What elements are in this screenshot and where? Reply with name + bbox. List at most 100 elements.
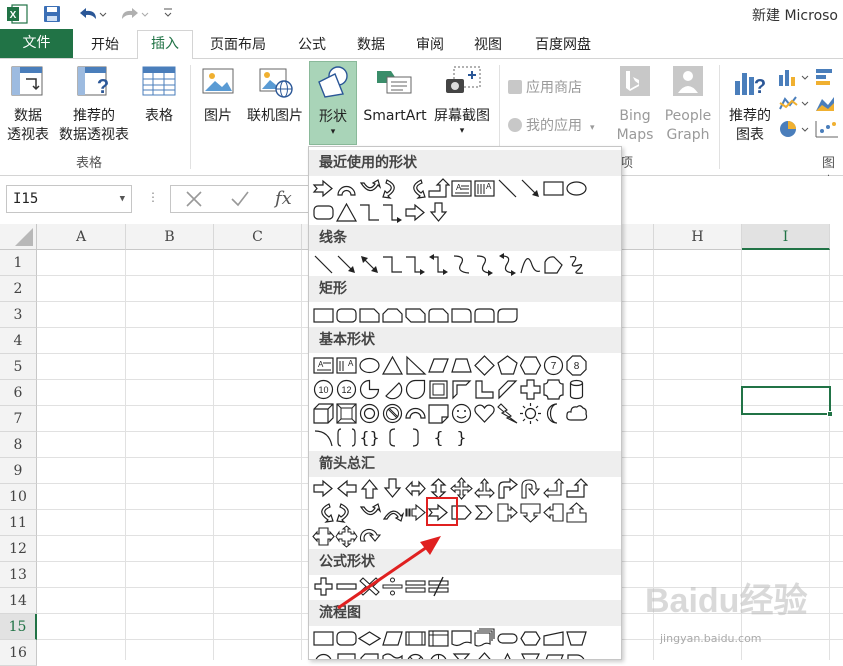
arc-icon[interactable] bbox=[312, 426, 335, 449]
row-header[interactable]: 8 bbox=[0, 432, 37, 458]
double-brace-icon[interactable]: {} bbox=[358, 426, 381, 449]
teardrop-icon[interactable] bbox=[404, 378, 427, 401]
oval-icon[interactable] bbox=[358, 354, 381, 377]
flowchart-process-icon[interactable] bbox=[312, 627, 335, 650]
hexagon-icon[interactable] bbox=[519, 354, 542, 377]
flowchart-or-icon[interactable] bbox=[427, 651, 450, 659]
fill-handle[interactable] bbox=[827, 411, 833, 417]
flowchart-stored-data-icon[interactable] bbox=[542, 651, 565, 659]
area-chart-icon[interactable] bbox=[814, 93, 843, 117]
scatter-chart-icon[interactable] bbox=[814, 119, 843, 143]
column-header-i[interactable]: I bbox=[742, 224, 830, 250]
smartart-button[interactable]: SmartArt bbox=[360, 63, 430, 126]
people-graph-button[interactable]: People Graph bbox=[662, 63, 714, 145]
row-header[interactable]: 7 bbox=[0, 406, 37, 432]
elbow-arrow-connector-icon[interactable] bbox=[381, 201, 404, 224]
selected-cell-i15[interactable] bbox=[741, 386, 833, 417]
curved-right-arrow-icon[interactable] bbox=[404, 177, 427, 200]
tab-formulas[interactable]: 公式 bbox=[290, 32, 334, 58]
right-arrow-icon[interactable] bbox=[312, 477, 335, 500]
bent-up-arrow-icon[interactable] bbox=[427, 177, 450, 200]
bent-up-arrow-icon[interactable] bbox=[565, 477, 588, 500]
app-store-button[interactable]: 应用商店 bbox=[508, 77, 582, 97]
picture-button[interactable]: 图片 bbox=[196, 63, 240, 126]
block-arc-icon[interactable] bbox=[404, 402, 427, 425]
curved-left-arrow-icon[interactable] bbox=[335, 501, 358, 524]
column-header-h[interactable]: H bbox=[654, 224, 742, 250]
snip-round-rectangle-icon[interactable] bbox=[427, 304, 450, 327]
flowchart-punched-tape-icon[interactable] bbox=[381, 651, 404, 659]
recommended-pivot-button[interactable]: ? 推荐的 数据透视表 bbox=[56, 63, 132, 145]
heptagon-icon[interactable]: 7 bbox=[542, 354, 565, 377]
elbow-connector-icon[interactable] bbox=[381, 253, 404, 276]
row-header[interactable]: 3 bbox=[0, 302, 37, 328]
online-picture-button[interactable]: 联机图片 bbox=[244, 63, 306, 126]
l-shape-icon[interactable] bbox=[473, 378, 496, 401]
circular-arrow-icon[interactable] bbox=[358, 525, 381, 548]
striped-right-arrow-icon[interactable] bbox=[404, 501, 427, 524]
tab-review[interactable]: 审阅 bbox=[408, 32, 452, 58]
elbow-arrow-connector-icon[interactable] bbox=[404, 253, 427, 276]
row-header[interactable]: 6 bbox=[0, 380, 37, 406]
round-diagonal-rectangle-icon[interactable] bbox=[496, 304, 519, 327]
left-right-arrow-icon[interactable] bbox=[404, 477, 427, 500]
flowchart-summing-junction-icon[interactable] bbox=[404, 651, 427, 659]
row-header[interactable]: 1 bbox=[0, 250, 37, 276]
frame-icon[interactable] bbox=[427, 378, 450, 401]
flowchart-document-icon[interactable] bbox=[450, 627, 473, 650]
dodecagon-icon[interactable]: 12 bbox=[335, 378, 358, 401]
not-equal-sign-icon[interactable] bbox=[427, 575, 450, 598]
round-same-side-rectangle-icon[interactable] bbox=[473, 304, 496, 327]
flowchart-extract-icon[interactable] bbox=[496, 651, 519, 659]
tab-insert[interactable]: 插入 bbox=[137, 30, 193, 59]
flowchart-offpage-connector-icon[interactable] bbox=[335, 651, 358, 659]
bent-arrow-icon[interactable] bbox=[496, 477, 519, 500]
text-box-icon[interactable]: A bbox=[450, 177, 473, 200]
triangle-icon[interactable] bbox=[381, 354, 404, 377]
elbow-connector-icon[interactable] bbox=[358, 201, 381, 224]
text-box-icon[interactable]: A bbox=[312, 354, 335, 377]
curved-connector-icon[interactable] bbox=[450, 253, 473, 276]
curve-icon[interactable] bbox=[519, 253, 542, 276]
left-brace-icon[interactable]: { bbox=[427, 426, 450, 449]
moon-icon[interactable] bbox=[542, 402, 565, 425]
tab-page-layout[interactable]: 页面布局 bbox=[200, 32, 276, 58]
curved-down-arrow-icon[interactable] bbox=[358, 177, 381, 200]
minus-sign-icon[interactable] bbox=[335, 575, 358, 598]
lightning-bolt-icon[interactable] bbox=[496, 402, 519, 425]
customize-qat-icon[interactable] bbox=[163, 6, 173, 24]
name-box[interactable]: I15 ▼ bbox=[6, 185, 132, 213]
tab-file[interactable]: 文件 bbox=[0, 29, 73, 58]
line-icon[interactable] bbox=[312, 253, 335, 276]
multiply-sign-icon[interactable] bbox=[358, 575, 381, 598]
decagon-icon[interactable]: 10 bbox=[312, 378, 335, 401]
right-arrow-notched-icon[interactable] bbox=[312, 177, 335, 200]
oval-icon[interactable] bbox=[565, 177, 588, 200]
double-bracket-icon[interactable] bbox=[335, 426, 358, 449]
save-icon[interactable] bbox=[42, 4, 62, 28]
snip-single-corner-rectangle-icon[interactable] bbox=[358, 304, 381, 327]
row-header[interactable]: 9 bbox=[0, 458, 37, 484]
select-all-corner[interactable] bbox=[0, 224, 37, 250]
diamond-icon[interactable] bbox=[473, 354, 496, 377]
curved-up-arrow-icon[interactable] bbox=[358, 501, 381, 524]
flowchart-predefined-process-icon[interactable] bbox=[404, 627, 427, 650]
vertical-text-box-icon[interactable]: A bbox=[473, 177, 496, 200]
vertical-text-box-icon[interactable]: A bbox=[335, 354, 358, 377]
heart-icon[interactable] bbox=[473, 402, 496, 425]
column-chart-icon[interactable] bbox=[778, 67, 812, 91]
column-header-a[interactable]: A bbox=[37, 224, 126, 250]
name-box-dropdown-icon[interactable]: ▼ bbox=[120, 186, 125, 212]
cancel-icon[interactable] bbox=[183, 188, 205, 214]
up-arrow-icon[interactable] bbox=[358, 477, 381, 500]
shapes-button[interactable]: 形状 ▾ bbox=[309, 61, 357, 145]
line-icon[interactable] bbox=[496, 177, 519, 200]
u-turn-arrow-icon[interactable] bbox=[519, 477, 542, 500]
row-header[interactable]: 11 bbox=[0, 510, 37, 536]
snip-same-side-rectangle-icon[interactable] bbox=[381, 304, 404, 327]
row-header[interactable]: 12 bbox=[0, 536, 37, 562]
left-bracket-icon[interactable] bbox=[381, 426, 404, 449]
pie-chart-icon[interactable] bbox=[778, 119, 812, 143]
tab-baidu-netdisk[interactable]: 百度网盘 bbox=[524, 32, 602, 58]
row-header[interactable]: 13 bbox=[0, 562, 37, 588]
